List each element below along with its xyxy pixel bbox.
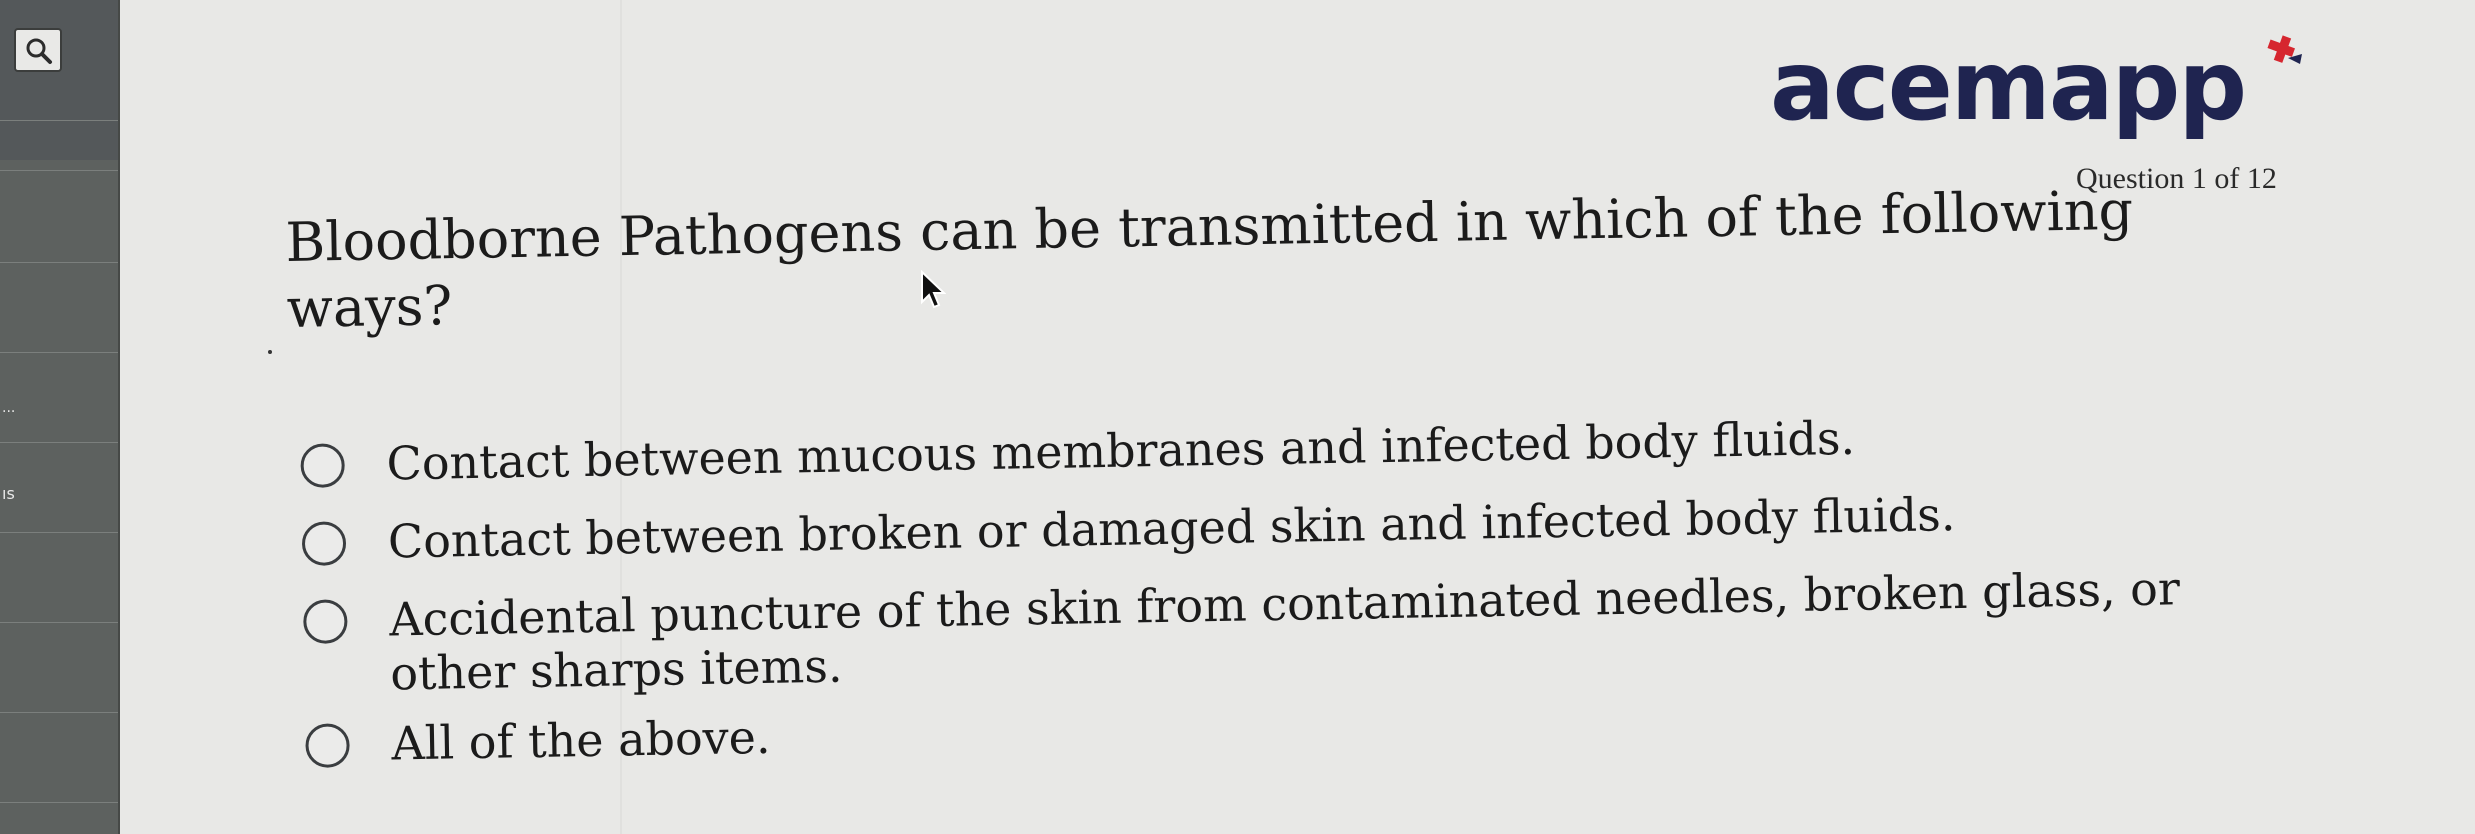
search-button[interactable]	[14, 28, 62, 72]
answer-option-label[interactable]: Contact between broken or damaged skin a…	[387, 477, 1956, 568]
sidebar-divider	[0, 170, 118, 171]
radio-button[interactable]	[303, 599, 348, 644]
radio-button[interactable]	[300, 443, 346, 488]
sidebar-divider	[0, 712, 118, 713]
brand-logo: acemapp	[1770, 30, 2247, 142]
search-icon	[26, 38, 52, 64]
sidebar: ... ıs	[0, 0, 120, 834]
sidebar-item-label[interactable]: ıs	[2, 484, 15, 503]
bullet-dot	[268, 350, 272, 354]
sidebar-item-label[interactable]: ...	[2, 400, 15, 416]
screen: ... ıs acemapp Question 1 of 12 Bloodbor…	[0, 0, 2475, 834]
sidebar-divider	[0, 622, 118, 623]
sidebar-divider	[0, 262, 118, 263]
sidebar-divider	[0, 802, 118, 803]
sidebar-divider	[0, 120, 118, 121]
answer-option-label[interactable]: All of the above.	[391, 700, 771, 771]
mouse-cursor-icon	[921, 270, 946, 309]
sidebar-top-strip	[0, 0, 118, 160]
answer-options: Contact between mucous membranes and inf…	[300, 393, 2306, 772]
sidebar-divider	[0, 442, 118, 443]
brand-plus-icon	[2267, 35, 2302, 64]
sidebar-divider	[0, 352, 118, 353]
radio-button[interactable]	[301, 521, 347, 566]
radio-button[interactable]	[305, 723, 350, 768]
sidebar-divider	[0, 532, 118, 533]
